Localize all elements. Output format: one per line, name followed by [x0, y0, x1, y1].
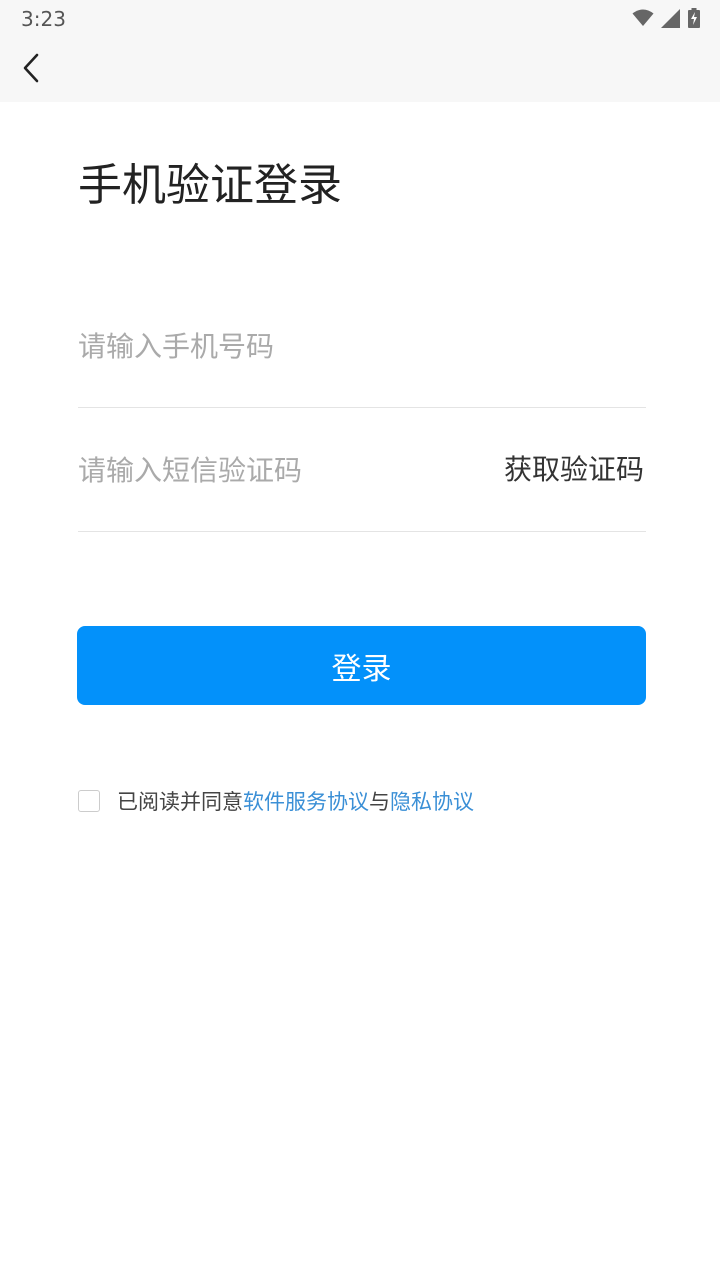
phone-input[interactable]	[78, 324, 498, 368]
sms-code-input[interactable]	[78, 448, 498, 492]
status-time: 3:23	[21, 7, 66, 31]
get-code-button[interactable]: 获取验证码	[504, 452, 644, 488]
back-button[interactable]	[10, 48, 54, 92]
privacy-agreement-link[interactable]: 隐私协议	[390, 786, 474, 816]
login-button[interactable]: 登录	[77, 626, 646, 705]
page-title: 手机验证登录	[78, 160, 342, 211]
agreement-conjunction: 与	[369, 790, 390, 814]
status-icons	[632, 6, 700, 30]
sms-code-field-row: 获取验证码	[78, 408, 646, 532]
agreement-prefix: 已阅读并同意	[117, 790, 243, 814]
battery-charging-icon	[688, 8, 700, 28]
chevron-left-icon	[22, 53, 42, 87]
phone-field-row	[78, 284, 646, 408]
navigation-bar	[0, 38, 720, 102]
service-agreement-link[interactable]: 软件服务协议	[243, 786, 369, 816]
agreement-checkbox[interactable]	[78, 790, 100, 812]
status-bar: 3:23	[0, 0, 720, 38]
cellular-signal-icon	[661, 8, 681, 28]
wifi-icon	[632, 9, 654, 27]
agreement-row: 已阅读并同意 软件服务协议 与 隐私协议	[78, 787, 474, 815]
